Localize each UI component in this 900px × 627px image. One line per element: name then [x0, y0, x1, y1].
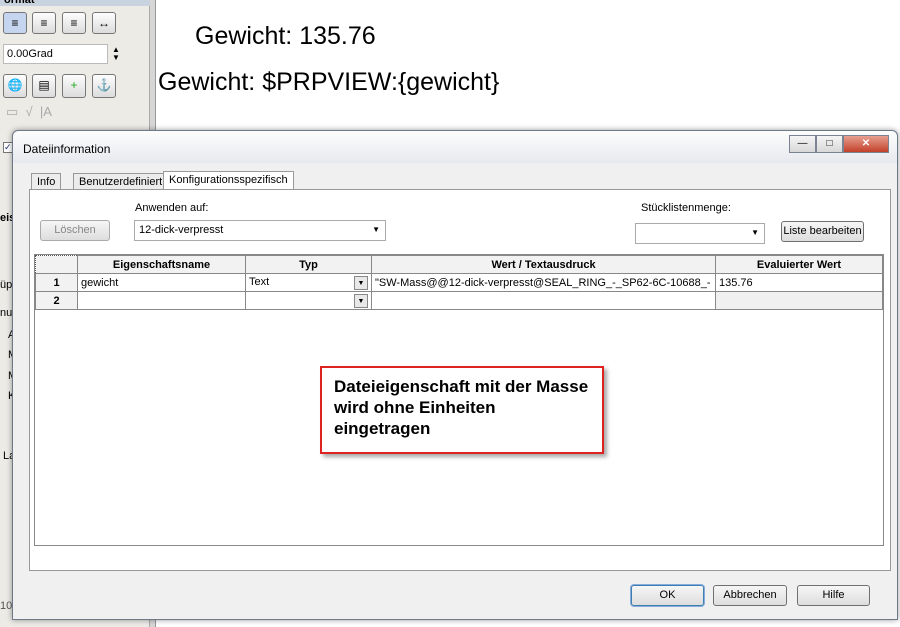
- bom-qty-dropdown[interactable]: ▼: [635, 223, 765, 244]
- chevron-down-icon[interactable]: ▼: [354, 275, 368, 290]
- delete-button[interactable]: Löschen: [40, 220, 110, 241]
- file-properties-icon[interactable]: ▤: [32, 74, 56, 98]
- property-name-cell[interactable]: [77, 291, 246, 310]
- panel-header: ormat: [0, 0, 150, 6]
- header-name[interactable]: Eigenschaftsname: [77, 255, 246, 274]
- title-bar: Dateiinformation — □ ✕: [13, 131, 897, 163]
- angle-input[interactable]: 0.00Grad: [3, 44, 108, 64]
- apply-to-label: Anwenden auf:: [135, 202, 209, 214]
- table-header-row: Eigenschaftsname Typ Wert / Textausdruck…: [35, 255, 883, 274]
- dialog-title: Dateiinformation: [23, 142, 111, 156]
- row-number[interactable]: 1: [35, 273, 78, 292]
- evaluated-cell: 135.76: [715, 273, 883, 292]
- align-right-button[interactable]: ≡: [62, 12, 86, 34]
- align-left-button[interactable]: ≡: [3, 12, 27, 34]
- value-cell[interactable]: "SW-Mass@@12-dick-verpresst@SEAL_RING_-_…: [371, 273, 716, 292]
- table-row: 2 ▼: [35, 291, 883, 310]
- apply-to-dropdown[interactable]: 12-dick-verpresst ▼: [134, 220, 386, 241]
- annotation-callout: Dateieigenschaft mit der Masse wird ohne…: [320, 366, 604, 454]
- header-value[interactable]: Wert / Textausdruck: [371, 255, 716, 274]
- minimize-button[interactable]: —: [789, 135, 816, 153]
- link-property-icon[interactable]: 🌐: [3, 74, 27, 98]
- note-expression: Gewicht: $PRPVIEW:{gewicht}: [158, 68, 500, 96]
- maximize-button[interactable]: □: [816, 135, 843, 153]
- table-row: 1 gewicht ▼ Text "SW-Mass@@12-dick-verpre…: [35, 273, 883, 292]
- row-number[interactable]: 2: [35, 291, 78, 310]
- edit-list-button[interactable]: Liste bearbeiten: [781, 221, 864, 242]
- chevron-down-icon: ▼: [751, 228, 759, 237]
- chevron-down-icon[interactable]: ▼: [354, 293, 368, 308]
- fit-text-button[interactable]: ↔: [92, 12, 116, 34]
- apply-to-value: 12-dick-verpresst: [139, 224, 224, 236]
- type-cell[interactable]: ▼: [245, 291, 372, 310]
- corner-cell[interactable]: [35, 255, 78, 274]
- property-name-cell[interactable]: gewicht: [77, 273, 246, 292]
- help-button[interactable]: Hilfe: [797, 585, 870, 606]
- value-cell[interactable]: [371, 291, 716, 310]
- close-button[interactable]: ✕: [843, 135, 889, 153]
- ok-button[interactable]: OK: [631, 585, 704, 606]
- attach-icon[interactable]: ⚓: [92, 74, 116, 98]
- align-center-button[interactable]: ≡: [32, 12, 56, 34]
- type-value: Text: [249, 275, 270, 288]
- evaluated-cell: [715, 291, 883, 310]
- header-evaluated[interactable]: Evaluierter Wert: [715, 255, 883, 274]
- add-balloon-icon[interactable]: +: [62, 74, 86, 98]
- type-cell[interactable]: ▼ Text: [245, 273, 372, 292]
- note-evaluated: Gewicht: 135.76: [195, 22, 376, 50]
- angle-spinner[interactable]: ▲ ▼: [112, 46, 120, 62]
- header-type[interactable]: Typ: [245, 255, 372, 274]
- chevron-down-icon: ▼: [372, 225, 380, 234]
- disabled-tool-icons: ▭ √ |A: [6, 104, 52, 119]
- cancel-button[interactable]: Abbrechen: [713, 585, 787, 606]
- bom-qty-label: Stücklistenmenge:: [641, 202, 731, 214]
